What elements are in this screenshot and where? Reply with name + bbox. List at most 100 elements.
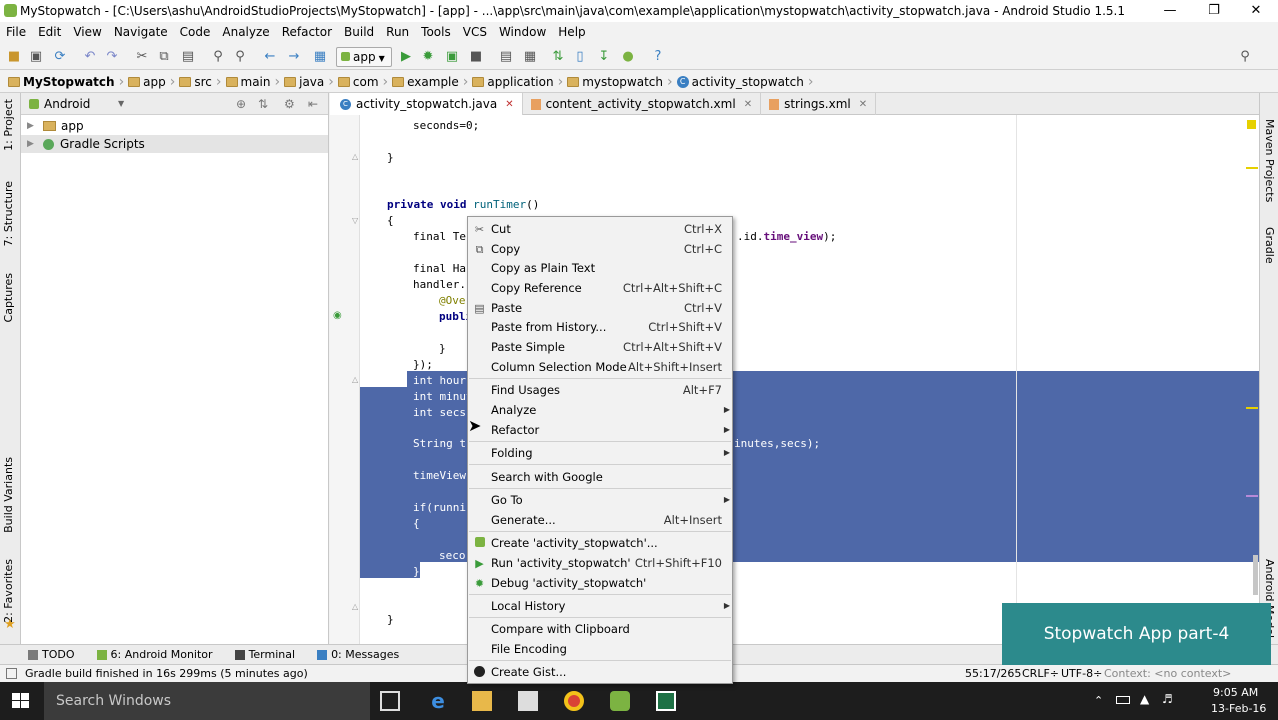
file-explorer-icon[interactable] <box>472 691 492 711</box>
menu-item-copy-reference[interactable]: Copy Reference Ctrl+Alt+Shift+C <box>468 278 732 298</box>
crumb-mystopwatch-pkg[interactable]: mystopwatch › <box>567 71 673 93</box>
edge-icon[interactable]: e <box>428 691 448 711</box>
menu-analyze[interactable]: Analyze <box>216 22 275 42</box>
crumb-java[interactable]: java › <box>284 71 334 93</box>
android-studio-taskbar-icon[interactable] <box>610 691 630 711</box>
menu-item-file-encoding[interactable]: File Encoding <box>468 639 732 659</box>
expand-arrow-icon[interactable]: ▶ <box>27 139 39 149</box>
crumb-application[interactable]: application › <box>472 71 563 93</box>
search-everywhere-icon[interactable]: ⚲ <box>1237 49 1253 65</box>
redo-icon[interactable]: ↷ <box>104 49 120 65</box>
scroll-from-source-icon[interactable]: ⊕ <box>236 97 246 111</box>
replace-icon[interactable]: ⚲ <box>232 49 248 65</box>
run-config-select[interactable]: app ▼ <box>336 47 392 67</box>
tab-gradle[interactable]: Gradle <box>1263 227 1276 264</box>
crumb-activity-stopwatch[interactable]: Cactivity_stopwatch › <box>676 71 813 93</box>
forward-icon[interactable]: → <box>286 49 302 65</box>
tab-favorites[interactable]: 2: Favorites <box>2 559 15 623</box>
fold-marker-icon[interactable]: △ <box>352 375 358 384</box>
project-structure-icon[interactable]: ▤ <box>498 49 514 65</box>
close-tab-icon[interactable]: ✕ <box>859 99 867 110</box>
crumb-main[interactable]: main › <box>225 71 280 93</box>
menu-item-paste[interactable]: ▤ Paste Ctrl+V <box>468 298 732 318</box>
network-icon[interactable]: ▲ <box>1140 692 1149 706</box>
crumb-mystopwatch[interactable]: MyStopwatch › <box>8 71 124 93</box>
chevron-down-icon[interactable]: ▼ <box>118 99 124 108</box>
tab-strings-xml[interactable]: strings.xml ✕ <box>761 93 877 115</box>
taskbar-time[interactable]: 9:05 AM <box>1213 686 1258 699</box>
close-button[interactable]: ✕ <box>1234 0 1278 22</box>
menu-item-copy-plain-text[interactable]: Copy as Plain Text <box>468 258 732 278</box>
tool-window-toggle-icon[interactable] <box>6 668 17 679</box>
menu-item-column-selection[interactable]: Column Selection Mode Alt+Shift+Insert <box>468 357 732 377</box>
debug-icon[interactable]: ✹ <box>420 49 436 65</box>
menu-item-local-history[interactable]: Local History ▶ <box>468 596 732 616</box>
menu-item-create-config[interactable]: Create 'activity_stopwatch'... <box>468 533 732 553</box>
file-encoding[interactable]: UTF-8÷ <box>1061 667 1102 680</box>
tab-structure[interactable]: 7: Structure <box>2 181 15 246</box>
crumb-example[interactable]: example › <box>392 71 468 93</box>
open-folder-icon[interactable]: ■ <box>6 49 22 65</box>
scrollbar-thumb[interactable] <box>1253 555 1258 595</box>
avd-manager-icon[interactable]: ▯ <box>572 49 588 65</box>
tab-messages[interactable]: 0: Messages <box>317 648 399 661</box>
caret-position[interactable]: 55:17/265 <box>965 667 1021 680</box>
back-icon[interactable]: ← <box>262 49 278 65</box>
android-device-monitor-icon[interactable]: ● <box>620 49 636 65</box>
menu-item-copy[interactable]: ⧉ Copy Ctrl+C <box>468 239 732 259</box>
fold-marker-icon[interactable]: △ <box>352 152 358 161</box>
menu-help[interactable]: Help <box>552 22 591 42</box>
fold-marker-icon[interactable]: ▽ <box>352 216 358 225</box>
tab-content-activity-stopwatch-xml[interactable]: content_activity_stopwatch.xml ✕ <box>523 93 762 115</box>
save-icon[interactable]: ▣ <box>28 49 44 65</box>
copy-icon[interactable]: ⧉ <box>156 49 172 65</box>
menu-item-run[interactable]: ▶ Run 'activity_stopwatch' Ctrl+Shift+F10 <box>468 553 732 573</box>
menu-item-goto[interactable]: Go To ▶ <box>468 490 732 510</box>
crumb-com[interactable]: com › <box>337 71 388 93</box>
expand-arrow-icon[interactable]: ▶ <box>27 121 39 131</box>
make-project-icon[interactable]: ▦ <box>312 49 328 65</box>
tab-android-monitor[interactable]: 6: Android Monitor <box>96 648 213 661</box>
tree-item-app[interactable]: ▶ app <box>21 117 328 135</box>
close-tab-icon[interactable]: ✕ <box>505 99 513 110</box>
restore-button[interactable]: ❐ <box>1192 0 1236 22</box>
tab-project[interactable]: 1: Project <box>2 99 15 151</box>
menu-navigate[interactable]: Navigate <box>108 22 174 42</box>
menu-item-generate[interactable]: Generate... Alt+Insert <box>468 510 732 530</box>
sync-icon[interactable]: ⟳ <box>52 49 68 65</box>
menu-view[interactable]: View <box>67 22 107 42</box>
task-view-icon[interactable] <box>380 691 400 711</box>
menu-item-create-gist[interactable]: Create Gist... <box>468 662 732 682</box>
store-icon[interactable] <box>518 691 538 711</box>
chrome-icon[interactable] <box>564 691 584 711</box>
menu-item-debug[interactable]: ✹ Debug 'activity_stopwatch' <box>468 573 732 593</box>
menu-item-find-usages[interactable]: Find Usages Alt+F7 <box>468 380 732 400</box>
paste-icon[interactable]: ▤ <box>180 49 196 65</box>
crumb-src[interactable]: src › <box>179 71 222 93</box>
tab-captures[interactable]: Captures <box>2 273 15 322</box>
menu-vcs[interactable]: VCS <box>457 22 493 42</box>
sdk-manager-icon[interactable]: ↧ <box>596 49 612 65</box>
menu-item-compare-clipboard[interactable]: Compare with Clipboard <box>468 619 732 639</box>
run-icon[interactable]: ▶ <box>398 49 414 65</box>
menu-code[interactable]: Code <box>174 22 217 42</box>
menu-tools[interactable]: Tools <box>415 22 457 42</box>
menu-window[interactable]: Window <box>493 22 552 42</box>
tab-maven-projects[interactable]: Maven Projects <box>1263 119 1276 202</box>
menu-item-search-google[interactable]: Search with Google <box>468 467 732 487</box>
help-icon[interactable]: ? <box>650 49 666 65</box>
taskbar-date[interactable]: 13-Feb-16 <box>1211 702 1266 715</box>
tree-item-gradle-scripts[interactable]: ▶ Gradle Scripts <box>21 135 328 153</box>
volume-icon[interactable]: ♬ <box>1162 692 1173 706</box>
minimize-button[interactable]: — <box>1148 0 1192 22</box>
find-icon[interactable]: ⚲ <box>210 49 226 65</box>
menu-item-cut[interactable]: ✂ Cut Ctrl+X <box>468 219 732 239</box>
crumb-app[interactable]: app › <box>128 71 175 93</box>
menu-edit[interactable]: Edit <box>32 22 67 42</box>
collapse-all-icon[interactable]: ⇅ <box>258 97 268 111</box>
fold-marker-icon[interactable]: △ <box>352 602 358 611</box>
battery-icon[interactable] <box>1116 696 1130 704</box>
taskbar-search-box[interactable]: Search Windows <box>44 682 370 720</box>
camtasia-icon[interactable] <box>656 691 676 711</box>
tab-build-variants[interactable]: Build Variants <box>2 457 15 533</box>
